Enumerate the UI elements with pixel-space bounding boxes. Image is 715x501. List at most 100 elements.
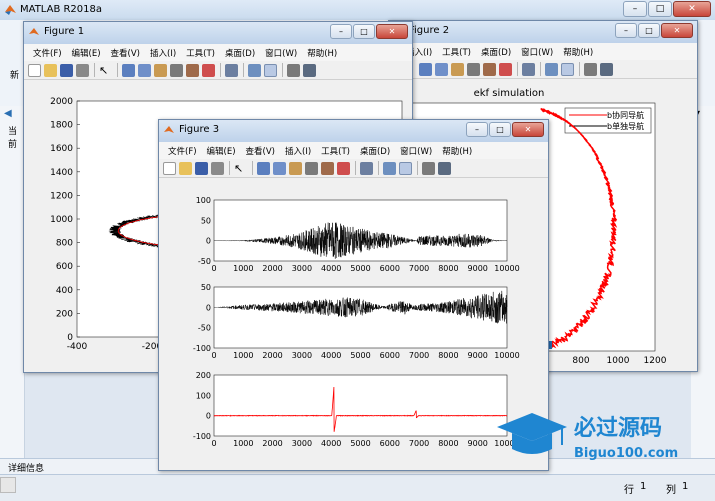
hide-plot-tools-icon[interactable]: [584, 62, 597, 76]
link-plot-icon[interactable]: [225, 63, 238, 77]
status-bar: [0, 474, 715, 501]
print-icon[interactable]: [211, 161, 224, 175]
figure-1-close-button[interactable]: ✕: [376, 24, 408, 39]
zoom-in-icon[interactable]: [419, 62, 432, 76]
new-figure-icon[interactable]: [163, 161, 176, 175]
menu-window[interactable]: 窗口(W): [260, 47, 302, 59]
menu-help[interactable]: 帮助(H): [558, 46, 598, 58]
figure-1-minimize-button[interactable]: –: [330, 24, 352, 39]
print-icon[interactable]: [76, 63, 89, 77]
subplot-xtick: 7000: [409, 264, 429, 273]
data-cursor-icon[interactable]: [321, 161, 334, 175]
link-plot-icon[interactable]: [522, 62, 535, 76]
zoom-in-icon[interactable]: [122, 63, 135, 77]
figure-icon: [164, 126, 174, 133]
colorbar-icon[interactable]: [248, 63, 261, 77]
brush-icon[interactable]: [202, 63, 215, 77]
show-plot-tools-icon[interactable]: [600, 62, 613, 76]
subplot-ytick: 0: [206, 303, 211, 312]
rotate-icon[interactable]: [467, 62, 480, 76]
menu-view[interactable]: 查看(V): [241, 145, 280, 157]
figure-3-window[interactable]: Figure 3 – □ ✕ 文件(F) 编辑(E) 查看(V) 插入(I) 工…: [158, 119, 549, 471]
rotate-icon[interactable]: [170, 63, 183, 77]
menu-tools[interactable]: 工具(T): [437, 46, 476, 58]
figure-3-minimize-button[interactable]: –: [466, 122, 488, 137]
show-plot-tools-icon[interactable]: [438, 161, 451, 175]
figure-2-minimize-button[interactable]: –: [615, 23, 637, 38]
pan-icon[interactable]: [289, 161, 302, 175]
save-icon[interactable]: [195, 161, 208, 175]
pan-icon[interactable]: [451, 62, 464, 76]
figure-2-toolbar: [389, 60, 697, 79]
link-plot-icon[interactable]: [360, 161, 373, 175]
menu-help[interactable]: 帮助(H): [437, 145, 477, 157]
fig1-ytick: 1600: [50, 144, 73, 154]
menu-insert[interactable]: 插入(I): [280, 145, 316, 157]
menu-tools[interactable]: 工具(T): [316, 145, 355, 157]
scroll-left-button[interactable]: [0, 477, 16, 493]
menu-file[interactable]: 文件(F): [163, 145, 202, 157]
figure-3-maximize-button[interactable]: □: [489, 122, 511, 137]
figure-2-maximize-button[interactable]: □: [638, 23, 660, 38]
figure-1-maximize-button[interactable]: □: [353, 24, 375, 39]
zoom-out-icon[interactable]: [435, 62, 448, 76]
open-file-icon[interactable]: [44, 63, 57, 77]
subplot-xtick: 0: [211, 439, 216, 448]
figure-2-close-button[interactable]: ✕: [661, 23, 693, 38]
subplot-ytick: 200: [196, 371, 211, 380]
fig1-ytick: 800: [56, 239, 73, 249]
main-minimize-button[interactable]: –: [623, 1, 647, 17]
brush-icon[interactable]: [499, 62, 512, 76]
hide-plot-tools-icon[interactable]: [422, 161, 435, 175]
main-maximize-button[interactable]: □: [648, 1, 672, 17]
legend-icon[interactable]: [399, 161, 412, 175]
menu-desktop[interactable]: 桌面(D): [220, 47, 260, 59]
edit-plot-arrow-icon[interactable]: ↖: [234, 162, 247, 175]
status-row-value: 1: [640, 481, 647, 492]
zoom-in-icon[interactable]: [257, 161, 270, 175]
rotate-icon[interactable]: [305, 161, 318, 175]
menu-help[interactable]: 帮助(H): [302, 47, 342, 59]
figure-3-menubar: 文件(F) 编辑(E) 查看(V) 插入(I) 工具(T) 桌面(D) 窗口(W…: [159, 142, 548, 159]
hide-plot-tools-icon[interactable]: [287, 63, 300, 77]
legend-entry-1: b协同导航: [607, 110, 644, 120]
menu-desktop[interactable]: 桌面(D): [476, 46, 516, 58]
figure-2-title-bar[interactable]: Figure 2 – □ ✕: [389, 21, 697, 43]
menu-edit[interactable]: 编辑(E): [202, 145, 241, 157]
menu-window[interactable]: 窗口(W): [395, 145, 437, 157]
new-figure-icon[interactable]: [28, 63, 41, 77]
figure-3-title-bar[interactable]: Figure 3 – □ ✕: [159, 120, 548, 142]
subplot-xtick: 9000: [468, 439, 488, 448]
menu-view[interactable]: 查看(V): [106, 47, 145, 59]
legend-icon[interactable]: [561, 62, 574, 76]
colorbar-icon[interactable]: [545, 62, 558, 76]
brush-icon[interactable]: [337, 161, 350, 175]
colorbar-icon[interactable]: [383, 161, 396, 175]
subplot-xtick: 1000: [233, 264, 253, 273]
data-cursor-icon[interactable]: [483, 62, 496, 76]
open-file-icon[interactable]: [179, 161, 192, 175]
show-plot-tools-icon[interactable]: [303, 63, 316, 77]
legend-icon[interactable]: [264, 63, 277, 77]
subplot-xtick: 6000: [380, 439, 400, 448]
edit-plot-arrow-icon[interactable]: ↖: [99, 64, 112, 77]
menu-file[interactable]: 文件(F): [28, 47, 67, 59]
figure-3-close-button[interactable]: ✕: [512, 122, 544, 137]
fig1-ytick: 1800: [50, 121, 73, 131]
subplot-xtick: 2000: [262, 439, 282, 448]
back-arrow-icon[interactable]: ◀: [4, 108, 12, 119]
figure-1-title-bar[interactable]: Figure 1 – □ ✕: [24, 22, 412, 44]
menu-tools[interactable]: 工具(T): [181, 47, 220, 59]
toolstrip-new-label[interactable]: 新: [10, 68, 19, 81]
data-cursor-icon[interactable]: [186, 63, 199, 77]
main-close-button[interactable]: ✕: [673, 1, 711, 17]
menu-insert[interactable]: 插入(I): [145, 47, 181, 59]
pan-icon[interactable]: [154, 63, 167, 77]
zoom-out-icon[interactable]: [273, 161, 286, 175]
save-icon[interactable]: [60, 63, 73, 77]
figure-1-toolbar: ↖: [24, 61, 412, 80]
menu-window[interactable]: 窗口(W): [516, 46, 558, 58]
menu-edit[interactable]: 编辑(E): [67, 47, 106, 59]
zoom-out-icon[interactable]: [138, 63, 151, 77]
menu-desktop[interactable]: 桌面(D): [355, 145, 395, 157]
